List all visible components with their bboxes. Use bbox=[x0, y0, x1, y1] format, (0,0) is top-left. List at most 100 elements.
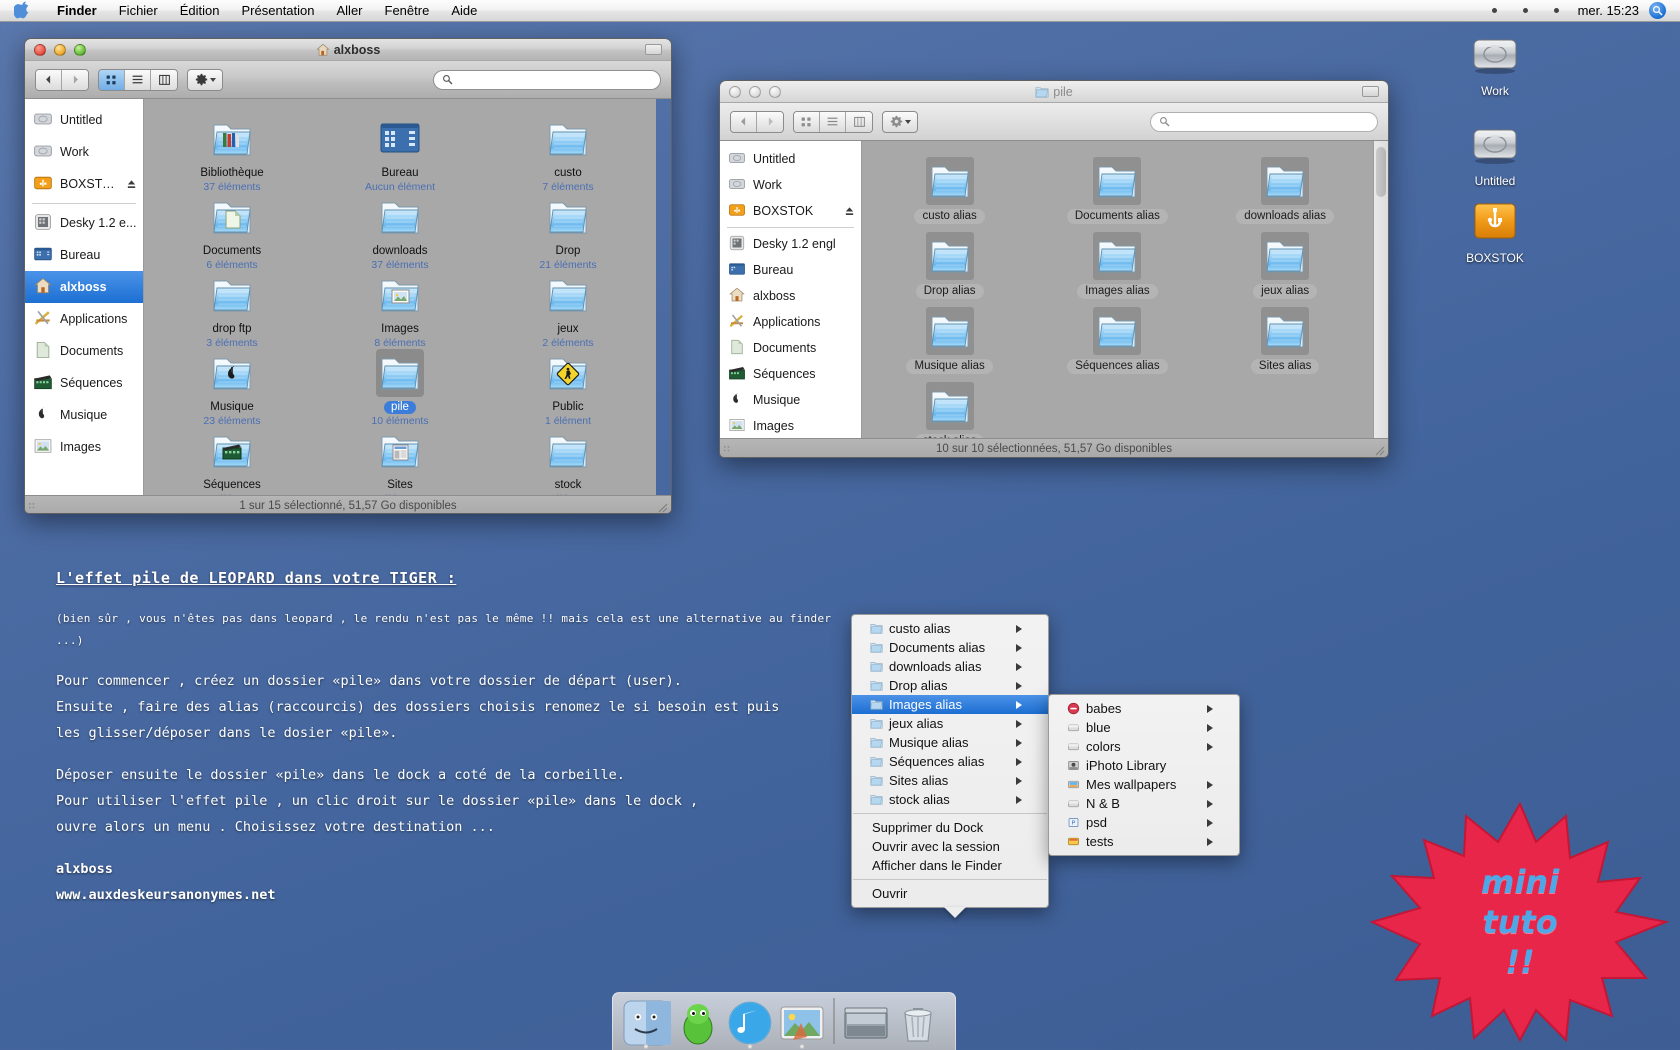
back-button[interactable] bbox=[36, 69, 62, 90]
context-menu-action[interactable]: Afficher dans le Finder bbox=[852, 856, 1048, 875]
resize-grip[interactable] bbox=[655, 500, 668, 513]
submenu-item[interactable]: Ppsd bbox=[1049, 813, 1239, 832]
submenu-item[interactable]: colors bbox=[1049, 737, 1239, 756]
sidebar-item-work[interactable]: Work bbox=[25, 136, 143, 168]
sidebar-item-documents[interactable]: Documents bbox=[720, 335, 861, 361]
toolbar-toggle-button[interactable] bbox=[1362, 86, 1379, 97]
scrollbar-thumb[interactable] bbox=[1376, 147, 1386, 197]
window-controls[interactable] bbox=[729, 85, 781, 98]
submenu-item[interactable]: N & B bbox=[1049, 794, 1239, 813]
navigation-buttons[interactable] bbox=[730, 110, 784, 133]
context-menu-item[interactable]: downloads alias bbox=[852, 657, 1048, 676]
finder-window-pile[interactable]: pile Untitled Work BOXSTOK Desky 1.2 eng… bbox=[719, 80, 1389, 458]
file-item[interactable]: downloads alias bbox=[1201, 149, 1369, 224]
apple-menu-icon[interactable] bbox=[13, 0, 30, 19]
menu-item-fichier[interactable]: Fichier bbox=[108, 1, 169, 21]
file-icon-grid[interactable]: custo alias Documents alias downloads alia… bbox=[861, 141, 1374, 438]
eject-icon[interactable] bbox=[844, 206, 855, 217]
sidebar-item-musique[interactable]: Musique bbox=[720, 387, 861, 413]
window-toolbar[interactable] bbox=[25, 61, 671, 99]
zoom-button[interactable] bbox=[769, 85, 781, 98]
file-item[interactable]: drop ftp 3 éléments bbox=[148, 263, 316, 349]
column-view-button[interactable] bbox=[151, 69, 177, 90]
spotlight-search-icon[interactable] bbox=[1649, 2, 1666, 19]
context-menu-item[interactable]: Sites alias bbox=[852, 771, 1048, 790]
dock-item-pile-stack[interactable] bbox=[841, 998, 891, 1048]
dock-context-submenu[interactable]: babes blue colors iPhoto Library Mes wallpap… bbox=[1048, 694, 1240, 856]
file-item[interactable]: Musique alias bbox=[866, 299, 1034, 374]
file-item[interactable]: Drop alias bbox=[866, 224, 1034, 299]
list-view-button[interactable] bbox=[125, 69, 151, 90]
file-item[interactable]: jeux alias bbox=[1201, 224, 1369, 299]
minimize-button[interactable] bbox=[749, 85, 761, 98]
forward-button[interactable] bbox=[757, 111, 783, 132]
finder-window-alxboss[interactable]: alxboss Untitled Work BOXSTOK Desky 1.2 … bbox=[24, 38, 672, 514]
file-item[interactable]: Sites6 éléments bbox=[316, 419, 484, 495]
dock[interactable] bbox=[612, 992, 956, 1050]
context-menu-item[interactable]: Drop alias bbox=[852, 676, 1048, 695]
icon-view-button[interactable] bbox=[794, 111, 820, 132]
context-menu-action[interactable]: Supprimer du Dock bbox=[852, 818, 1048, 837]
file-item[interactable]: pile 10 éléments bbox=[316, 341, 484, 427]
desktop-icon-untitled[interactable]: Untitled bbox=[1450, 118, 1540, 188]
close-button[interactable] bbox=[34, 43, 46, 56]
window-toolbar[interactable] bbox=[720, 103, 1388, 141]
sidebar-item-musique[interactable]: Musique bbox=[25, 399, 143, 431]
sidebar-item-sequences[interactable]: Séquences bbox=[25, 367, 143, 399]
window-controls[interactable] bbox=[34, 43, 86, 56]
context-menu-item[interactable]: jeux alias bbox=[852, 714, 1048, 733]
eject-icon[interactable] bbox=[126, 179, 137, 190]
file-item[interactable]: jeux 2 éléments bbox=[484, 263, 652, 349]
submenu-item[interactable]: tests bbox=[1049, 832, 1239, 851]
file-item[interactable]: Musique 23 éléments bbox=[148, 341, 316, 427]
back-button[interactable] bbox=[731, 111, 757, 132]
menu-item-presentation[interactable]: Présentation bbox=[231, 1, 326, 21]
file-item[interactable]: custo alias bbox=[866, 149, 1034, 224]
context-menu-action[interactable]: Ouvrir avec la session bbox=[852, 837, 1048, 856]
menu-extra-dot-2[interactable] bbox=[1522, 8, 1528, 13]
toolbar-toggle-button[interactable] bbox=[645, 44, 662, 55]
zoom-button[interactable] bbox=[74, 43, 86, 56]
menu-item-edition[interactable]: Édition bbox=[169, 1, 231, 21]
search-input[interactable] bbox=[1175, 115, 1369, 128]
file-item[interactable]: Séquences17 éléments bbox=[148, 419, 316, 495]
file-item[interactable]: Documents alias bbox=[1034, 149, 1202, 224]
sidebar-item-images[interactable]: Images bbox=[25, 431, 143, 463]
menu-item-aller[interactable]: Aller bbox=[326, 1, 374, 21]
dock-context-menu[interactable]: custo alias Documents alias downloads alia… bbox=[851, 614, 1049, 918]
window-titlebar[interactable]: pile bbox=[720, 81, 1388, 103]
sidebar[interactable]: Untitled Work BOXSTOK Desky 1.2 e... Bur… bbox=[25, 99, 144, 495]
sidebar-item-alxboss[interactable]: alxboss bbox=[25, 271, 143, 303]
dock-item-iphoto[interactable] bbox=[777, 998, 827, 1049]
icon-view-button[interactable] bbox=[99, 69, 125, 90]
view-mode-buttons[interactable] bbox=[793, 110, 873, 133]
sidebar-item-untitled[interactable]: Untitled bbox=[720, 146, 861, 172]
file-item[interactable]: Bureau Aucun élément bbox=[316, 107, 484, 193]
file-item[interactable]: Séquences alias bbox=[1034, 299, 1202, 374]
vertical-scrollbar[interactable] bbox=[1373, 141, 1388, 438]
file-item[interactable]: Public 1 élément bbox=[484, 341, 652, 427]
menu-item-aide[interactable]: Aide bbox=[440, 1, 488, 21]
menu-bar-clock[interactable]: mer. 15:23 bbox=[1572, 3, 1649, 18]
action-menu-button[interactable] bbox=[882, 110, 918, 133]
context-menu-item[interactable]: Musique alias bbox=[852, 733, 1048, 752]
file-item[interactable]: stock22 éléments bbox=[484, 419, 652, 495]
sidebar-item-alxboss[interactable]: alxboss bbox=[720, 283, 861, 309]
sidebar-item-applications[interactable]: Applications bbox=[720, 309, 861, 335]
sidebar-item-untitled[interactable]: Untitled bbox=[25, 104, 143, 136]
file-item[interactable]: Images alias bbox=[1034, 224, 1202, 299]
desktop-icon-boxstok[interactable]: BOXSTOK bbox=[1450, 195, 1540, 265]
sidebar-item-boxstok[interactable]: BOXSTOK bbox=[720, 198, 861, 224]
search-field[interactable] bbox=[433, 69, 661, 90]
window-titlebar[interactable]: alxboss bbox=[25, 39, 671, 61]
submenu-item[interactable]: babes bbox=[1049, 699, 1239, 718]
sidebar-item-desky[interactable]: Desky 1.2 engl bbox=[720, 231, 861, 257]
dock-item-itunes[interactable] bbox=[725, 998, 775, 1049]
minimize-button[interactable] bbox=[54, 43, 66, 56]
sidebar-item-desky[interactable]: Desky 1.2 e... bbox=[25, 207, 143, 239]
dock-item-trash[interactable] bbox=[893, 998, 943, 1048]
file-item[interactable]: stock alias bbox=[866, 374, 1034, 438]
menu-item-finder[interactable]: Finder bbox=[46, 1, 108, 21]
view-mode-buttons[interactable] bbox=[98, 68, 178, 91]
dock-item-adium[interactable] bbox=[673, 998, 723, 1048]
